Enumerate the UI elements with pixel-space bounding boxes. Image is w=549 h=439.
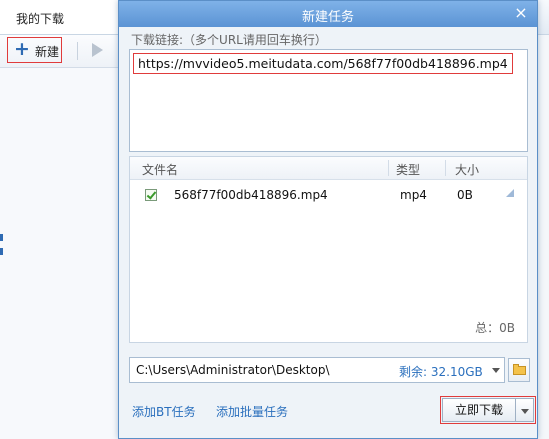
table-row[interactable]: 568f77f00db418896.mp4 mp4 0B xyxy=(130,184,527,208)
column-header-size[interactable]: 大小 xyxy=(455,161,479,178)
sidebar-marker xyxy=(0,248,3,255)
file-list-header: 文件名 类型 大小 xyxy=(130,157,527,180)
chevron-down-icon[interactable] xyxy=(492,368,500,373)
file-name: 568f77f00db418896.mp4 xyxy=(174,188,328,202)
folder-icon xyxy=(513,364,526,375)
total-size: 总：0B xyxy=(475,321,515,335)
column-header-name[interactable]: 文件名 xyxy=(142,161,178,178)
new-task-button-label: 新建 xyxy=(35,45,60,59)
url-value: https://mvvideo5.meitudata.com/568f77f00… xyxy=(133,53,513,74)
resize-corner-icon[interactable] xyxy=(506,189,514,197)
close-icon[interactable]: × xyxy=(512,4,530,22)
add-bt-task-link[interactable]: 添加BT任务 xyxy=(132,403,196,420)
file-size: 0B xyxy=(457,188,473,202)
sidebar-marker xyxy=(0,234,3,241)
file-type: mp4 xyxy=(400,188,427,202)
column-separator xyxy=(445,160,446,176)
play-icon[interactable] xyxy=(92,43,103,57)
add-batch-task-link[interactable]: 添加批量任务 xyxy=(216,403,288,420)
download-button-group: 立即下载 xyxy=(440,396,536,424)
dialog-title: 新建任务 xyxy=(301,10,354,25)
sidebar xyxy=(0,68,118,439)
free-space-label: 剩余: 32.10GB xyxy=(399,365,483,379)
chevron-down-icon xyxy=(521,409,529,414)
save-path-value: C:\Users\Administrator\Desktop\ xyxy=(136,363,330,377)
toolbar-divider xyxy=(77,42,78,60)
file-list: 文件名 类型 大小 568f77f00db418896.mp4 mp4 0B 总… xyxy=(129,156,528,343)
tab-my-downloads-label: 我的下载 xyxy=(16,12,65,26)
main-right-edge xyxy=(538,35,549,439)
tab-my-downloads[interactable]: 我的下载 xyxy=(0,0,119,34)
download-now-button[interactable]: 立即下载 xyxy=(442,398,516,422)
column-header-type[interactable]: 类型 xyxy=(396,161,420,178)
browse-folder-button[interactable] xyxy=(508,358,530,382)
url-input[interactable]: https://mvvideo5.meitudata.com/568f77f00… xyxy=(129,49,528,152)
plus-icon: + xyxy=(14,38,30,60)
save-path-select[interactable]: C:\Users\Administrator\Desktop\ 剩余: 32.1… xyxy=(129,357,505,383)
download-options-button[interactable] xyxy=(516,398,534,422)
file-checkbox[interactable] xyxy=(145,189,157,201)
new-task-button[interactable]: + 新建 xyxy=(7,37,62,63)
url-label: 下载链接:（多个URL请用回车换行） xyxy=(131,33,327,47)
new-task-dialog: 新建任务 × 下载链接:（多个URL请用回车换行） https://mvvide… xyxy=(118,0,538,439)
dialog-title-bar[interactable]: 新建任务 × xyxy=(119,1,537,27)
column-separator xyxy=(388,160,389,176)
dialog-body: 下载链接:（多个URL请用回车换行） https://mvvideo5.meit… xyxy=(119,27,537,438)
